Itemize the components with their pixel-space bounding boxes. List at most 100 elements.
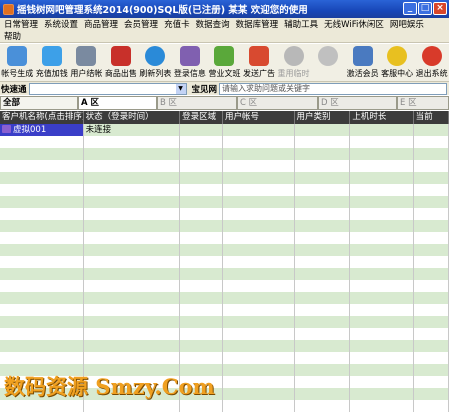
menu-row-1: 日常管理 系统设置 商品管理 会员管理 充值卡 数据查询 数据库管理 辅助工具 无线WiFi休闲…: [0, 18, 449, 30]
table-cell: [223, 280, 295, 292]
toolbar-button-11[interactable]: 客服中心: [380, 44, 415, 82]
table-cell: [350, 256, 414, 268]
area-tab-3[interactable]: C 区: [237, 96, 318, 110]
area-tab-4[interactable]: D 区: [318, 96, 397, 110]
table-row[interactable]: [0, 256, 449, 268]
menu-item-8[interactable]: 无线WiFi休闲区: [321, 18, 387, 30]
table-cell: [223, 136, 295, 148]
area-tab-2[interactable]: B 区: [157, 96, 237, 110]
menu-item-9[interactable]: 网吧娱乐: [387, 18, 427, 30]
table-cell: [223, 340, 295, 352]
menu-item-1[interactable]: 系统设置: [41, 18, 81, 30]
table-row[interactable]: [0, 232, 449, 244]
table-cell: [223, 172, 295, 184]
kb-search-input[interactable]: 请输入求助问题或关键字: [219, 82, 447, 95]
table-cell: [223, 376, 295, 388]
table-cell: [0, 280, 84, 292]
table-row[interactable]: [0, 136, 449, 148]
client-grid: 客户机名称(点击排序) 状态（登录时间） 登录区域 用户帐号 用户类别 上机时长 当前 虚拟…: [0, 111, 449, 415]
table-row[interactable]: [0, 160, 449, 172]
table-row[interactable]: [0, 280, 449, 292]
table-cell: [295, 208, 351, 220]
table-cell: [295, 376, 351, 388]
table-cell: [295, 136, 351, 148]
table-cell: [180, 244, 223, 256]
toolbar-button-12[interactable]: 退出系统: [414, 44, 449, 82]
maximize-icon[interactable]: □: [418, 2, 432, 15]
toolbar-button-7[interactable]: 发送广告: [242, 44, 277, 82]
toolbar-button-10[interactable]: 激活会员: [345, 44, 380, 82]
column-header-4[interactable]: 用户类别: [295, 111, 351, 124]
toolbar-button-1[interactable]: 充值加钱: [35, 44, 70, 82]
area-tab-1[interactable]: A 区: [78, 96, 157, 110]
table-cell: [295, 280, 351, 292]
table-cell: [350, 364, 414, 376]
table-row[interactable]: [0, 328, 449, 340]
table-row[interactable]: [0, 316, 449, 328]
table-cell: [84, 232, 181, 244]
area-tab-5[interactable]: E 区: [397, 96, 449, 110]
column-header-2[interactable]: 登录区域: [180, 111, 223, 124]
table-row[interactable]: [0, 184, 449, 196]
table-cell: [223, 328, 295, 340]
menu-item-0[interactable]: 日常管理: [1, 18, 41, 30]
column-header-3[interactable]: 用户帐号: [223, 111, 295, 124]
table-row[interactable]: [0, 148, 449, 160]
menu-item-4[interactable]: 充值卡: [161, 18, 193, 30]
table-cell: [414, 160, 449, 172]
menu-item-5[interactable]: 数据查询: [193, 18, 233, 30]
table-cell: [295, 220, 351, 232]
table-row[interactable]: 虚拟001 未连接: [0, 124, 449, 136]
toolbar-button-6[interactable]: 营业文班: [207, 44, 242, 82]
table-cell: [180, 148, 223, 160]
menu-item-help[interactable]: 帮助: [1, 30, 24, 42]
column-header-6[interactable]: 当前: [414, 111, 449, 124]
power-icon: [421, 46, 442, 66]
table-row[interactable]: [0, 352, 449, 364]
column-header-1[interactable]: 状态（登录时间）: [84, 111, 181, 124]
toolbar-button-5[interactable]: 登录信息: [173, 44, 208, 82]
minimize-icon[interactable]: _: [403, 2, 417, 15]
table-cell: [414, 268, 449, 280]
toolbar-button-4[interactable]: 刷新列表: [138, 44, 173, 82]
toolbar-button-0[interactable]: 帐号生成: [0, 44, 35, 82]
column-header-0[interactable]: 客户机名称(点击排序): [0, 111, 84, 124]
menu-item-7[interactable]: 辅助工具: [281, 18, 321, 30]
table-row[interactable]: [0, 196, 449, 208]
table-cell: [350, 316, 414, 328]
column-header-5[interactable]: 上机时长: [350, 111, 414, 124]
toolbar-button-2[interactable]: 用户结帐: [69, 44, 104, 82]
table-cell: [0, 316, 84, 328]
table-row[interactable]: [0, 400, 449, 412]
toolbar-label: 客服中心: [381, 69, 414, 78]
user-card-icon: [7, 46, 28, 66]
quick-select[interactable]: ▼: [28, 82, 187, 95]
table-cell: [223, 124, 295, 136]
table-row[interactable]: [0, 268, 449, 280]
refresh-icon: [145, 46, 166, 66]
toolbar-button-3[interactable]: 商品出售: [104, 44, 139, 82]
table-cell: [350, 268, 414, 280]
menu-item-6[interactable]: 数据库管理: [233, 18, 282, 30]
table-row[interactable]: [0, 244, 449, 256]
toolbar-label: 用户结帐: [70, 69, 103, 78]
quick-label: 快速通: [1, 84, 27, 95]
table-row[interactable]: [0, 220, 449, 232]
table-row[interactable]: [0, 304, 449, 316]
area-tab-0[interactable]: 全部: [0, 96, 78, 110]
close-icon[interactable]: ×: [433, 2, 447, 15]
chevron-down-icon[interactable]: ▼: [175, 83, 186, 94]
table-cell: [223, 244, 295, 256]
menu-item-2[interactable]: 商品管理: [81, 18, 121, 30]
table-cell: [180, 340, 223, 352]
grid-header: 客户机名称(点击排序) 状态（登录时间） 登录区域 用户帐号 用户类别 上机时长 当前: [0, 111, 449, 124]
table-row[interactable]: [0, 172, 449, 184]
table-cell: [414, 304, 449, 316]
table-row[interactable]: [0, 340, 449, 352]
table-row[interactable]: [0, 292, 449, 304]
table-row[interactable]: [0, 208, 449, 220]
menu-item-3[interactable]: 会员管理: [121, 18, 161, 30]
cell-client-name[interactable]: 虚拟001: [0, 124, 84, 136]
table-cell: [0, 220, 84, 232]
table-cell: [414, 184, 449, 196]
